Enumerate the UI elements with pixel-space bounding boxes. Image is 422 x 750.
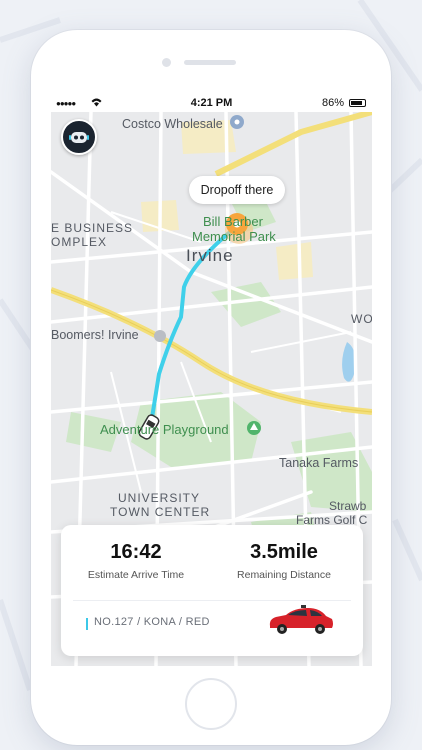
home-button[interactable] <box>185 678 237 730</box>
battery-icon <box>349 99 366 107</box>
vehicle-info: NO.127 / KONA / RED <box>94 616 210 628</box>
robot-avatar-icon <box>69 132 89 143</box>
map-label-park-1: Bill Barber <box>203 214 263 229</box>
app-screen: Costco Wholesale E BUSINESS OMPLEX Bill … <box>51 94 372 666</box>
arrive-time-label: Estimate Arrive Time <box>87 569 185 581</box>
map-label-strawb: Strawb <box>329 499 367 513</box>
map-label-business-1: E BUSINESS <box>51 221 134 235</box>
map-label-costco: Costco Wholesale <box>122 117 223 131</box>
status-bar: ●●●●● 4:21 PM 86% <box>51 94 372 112</box>
card-divider <box>73 600 351 601</box>
trip-info-card: 16:42 Estimate Arrive Time 3.5mile Remai… <box>61 525 363 656</box>
map-label-business-2: OMPLEX <box>51 235 108 249</box>
map-label-park-2: Memorial Park <box>192 229 276 244</box>
map-label-utc-1: UNIVERSITY <box>118 491 201 505</box>
speaker-slot <box>184 60 236 65</box>
map-label-tanaka: Tanaka Farms <box>279 456 359 470</box>
map-label-boomers: Boomers! Irvine <box>51 328 139 342</box>
red-car-icon <box>269 605 333 634</box>
map-label-utc-2: TOWN CENTER <box>110 505 211 519</box>
battery-percent: 86% <box>321 97 344 109</box>
arrive-time-value: 16:42 <box>110 541 162 563</box>
camera-dot <box>162 58 171 67</box>
remaining-distance-label: Remaining Distance <box>237 569 331 581</box>
playground-poi-icon <box>247 421 261 435</box>
map-label-wo: WO <box>351 312 372 326</box>
dropoff-tooltip[interactable]: Dropoff there <box>189 176 285 204</box>
arrive-time-block: 16:42 Estimate Arrive Time <box>61 541 211 581</box>
map-label-playground: Adventure Playground <box>100 422 229 437</box>
boomers-poi-icon <box>154 330 166 342</box>
remaining-distance-block: 3.5mile Remaining Distance <box>209 541 359 581</box>
remaining-distance-value: 3.5mile <box>250 541 318 563</box>
accent-bar <box>86 618 88 630</box>
costco-poi-icon <box>230 115 244 129</box>
map-label-city: Irvine <box>186 246 234 265</box>
avatar[interactable] <box>61 119 97 155</box>
